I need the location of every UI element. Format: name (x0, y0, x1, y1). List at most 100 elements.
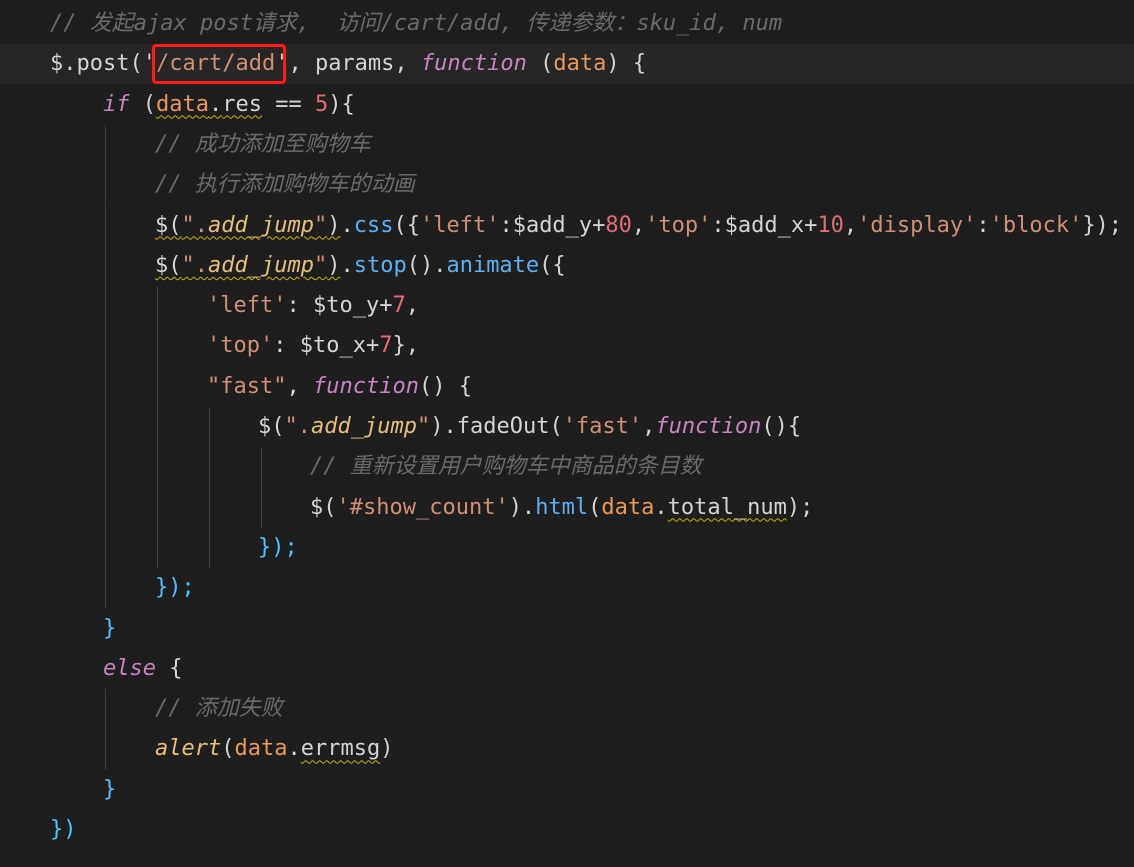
code-line-content: } (103, 770, 116, 810)
code-token: , (286, 373, 313, 399)
code-token: : $to_y+ (286, 293, 393, 319)
code-token: } (103, 615, 117, 641)
code-line[interactable]: $(".add_jump").stop().animate({ (0, 246, 1134, 286)
code-token: . (340, 252, 354, 278)
code-line[interactable]: else { (0, 649, 1134, 689)
indent-guide (209, 527, 210, 569)
code-line[interactable]: // 执行添加购物车的动画 (0, 165, 1134, 205)
indent-guide (105, 447, 106, 488)
indent-guide (157, 326, 158, 367)
code-token: , (843, 212, 858, 238)
code-line[interactable]: alert(data.errmsg) (0, 729, 1134, 769)
code-line[interactable]: }); (0, 528, 1134, 568)
code-token: total_num (667, 494, 787, 520)
code-line[interactable]: $(".add_jump").css({'left':$add_y+80,'to… (0, 206, 1134, 246)
code-token: // 发起ajax post请求, 访问/cart/add, 传递参数：sku_… (50, 11, 783, 36)
code-line[interactable]: // 成功添加至购物车 (0, 125, 1134, 165)
code-token: "fast" (207, 373, 287, 399)
code-token: add_jump (208, 252, 314, 278)
indent-guide (105, 689, 106, 730)
code-token: }) (50, 817, 77, 842)
code-token: function (655, 414, 762, 439)
code-line[interactable]: }); (0, 568, 1134, 608)
code-line[interactable]: $(".add_jump").fadeOut('fast',function()… (0, 407, 1134, 447)
code-token: }); (1082, 212, 1123, 238)
code-line-content: }); (258, 528, 298, 568)
code-line-content: // 发起ajax post请求, 访问/cart/add, 传递参数：sku_… (50, 4, 782, 44)
indent-guide (261, 487, 262, 528)
code-token: function (312, 373, 419, 399)
code-token: add_jump (311, 414, 417, 439)
code-line-content: $('#show_count').html(data.total_num); (310, 488, 813, 528)
code-line-content: // 添加失败 (155, 689, 283, 729)
code-token: stop (353, 252, 407, 278)
code-token: : $to_x+ (273, 333, 380, 359)
code-token: 10 (817, 212, 844, 238)
code-editor[interactable]: // 发起ajax post请求, 访问/cart/add, 传递参数：sku_… (0, 0, 1134, 867)
code-line[interactable]: } (0, 770, 1134, 810)
code-token: 7 (379, 333, 393, 359)
code-line-content: 'top': $to_x+7}, (207, 326, 419, 366)
code-line-content: $(".add_jump").fadeOut('fast',function()… (258, 407, 801, 447)
code-token: ( (526, 51, 554, 77)
indent-guide (105, 124, 106, 166)
code-line[interactable]: 'left': $to_y+7, (0, 286, 1134, 326)
code-token: errmsg (300, 736, 381, 762)
code-line[interactable]: 'top': $to_x+7}, (0, 326, 1134, 366)
code-token: : (976, 212, 990, 238)
code-line[interactable]: // 重新设置用户购物车中商品的条目数 (0, 447, 1134, 487)
code-token: css (353, 212, 394, 238)
code-line-content: $(".add_jump").css({'left':$add_y+80,'to… (155, 206, 1122, 246)
code-token: res (222, 91, 262, 117)
code-token: . (340, 212, 354, 238)
code-line[interactable]: } (0, 609, 1134, 649)
code-token: 7 (392, 293, 406, 319)
code-token: // 成功添加至购物车 (155, 131, 371, 157)
indent-guide (157, 527, 158, 569)
indent-guide (105, 165, 106, 206)
code-token: // 重新设置用户购物车中商品的条目数 (310, 454, 702, 480)
code-token: fadeOut (456, 414, 550, 439)
code-token: , (642, 414, 656, 439)
code-token: (). (406, 252, 447, 278)
code-token: alert (155, 736, 222, 762)
code-token: add_jump (208, 212, 314, 238)
code-token: . (208, 91, 223, 117)
code-token: 5 (314, 91, 329, 117)
code-line-content: "fast", function() { (207, 367, 472, 407)
code-token: 80 (605, 212, 632, 238)
indent-guide (105, 568, 106, 609)
code-line[interactable]: }) (0, 810, 1134, 850)
indent-guide (209, 407, 210, 448)
code-line-content: // 重新设置用户购物车中商品的条目数 (310, 447, 702, 487)
code-token: 'fast' (562, 414, 643, 439)
code-token: data (601, 494, 655, 520)
code-token: 'top' (207, 333, 274, 359)
indent-guide (105, 407, 106, 448)
code-line[interactable]: // 发起ajax post请求, 访问/cart/add, 传递参数：sku_… (0, 4, 1134, 44)
code-token: $( (155, 252, 182, 278)
code-token: $. (50, 51, 77, 77)
code-line[interactable]: if (data.res == 5){ (0, 85, 1134, 125)
code-token: animate (446, 252, 540, 278)
code-line-content: // 成功添加至购物车 (155, 125, 371, 165)
code-token: 'left' (419, 212, 500, 238)
code-token: ). (430, 414, 457, 439)
code-token: == (261, 91, 315, 117)
code-token: 'left' (207, 293, 287, 319)
indent-guide (105, 326, 106, 367)
indent-guide (209, 487, 210, 528)
code-line[interactable]: // 添加失败 (0, 689, 1134, 729)
code-line-content: alert(data.errmsg) (155, 729, 393, 769)
code-token: 'top' (645, 212, 712, 238)
code-line[interactable]: "fast", function() { (0, 367, 1134, 407)
code-token: ( (549, 414, 563, 439)
code-token: post (76, 51, 130, 77)
indent-guide (105, 729, 106, 770)
code-token: $( (155, 212, 182, 238)
code-line[interactable]: $('#show_count').html(data.total_num); (0, 488, 1134, 528)
code-token: . (654, 494, 668, 520)
code-token: , (405, 293, 419, 319)
code-token: ({ (539, 252, 566, 278)
code-token: ) (327, 212, 341, 238)
